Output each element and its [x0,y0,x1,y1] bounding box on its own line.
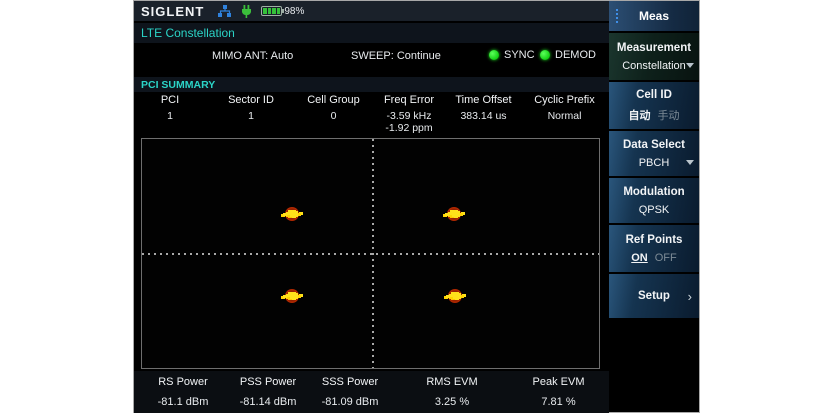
column-header: RS Power [134,376,232,388]
ref-points-off-option: OFF [655,252,677,264]
measured-points [453,294,457,297]
cell-id-manual-option: 手动 [658,107,680,123]
column-header: Cell Group [296,94,371,106]
menu-value: Constellation [622,60,686,72]
lan-icon [218,5,232,18]
rms-evm-value: 3.25 % [396,396,508,408]
summary-header-row: RS Power PSS Power SSS Power RMS EVM Pea… [134,376,609,388]
menu-label: Cell ID [636,89,672,101]
top-status-bar: SIGLENT [134,1,609,22]
rs-power-value: -81.1 dBm [134,396,232,408]
instrument-screen: SIGLENT [133,0,700,413]
sidebar-empty-area [609,320,699,412]
meas-menu-sidebar: Meas Measurement Constellation Cell ID 自… [609,1,699,412]
column-header: SSS Power [304,376,396,388]
measured-points [290,294,294,297]
pci-summary-table: PCI Sector ID Cell Group Freq Error Time… [134,94,609,134]
column-header: RMS EVM [396,376,508,388]
summary-value-row: -81.1 dBm -81.14 dBm -81.09 dBm 3.25 % 7… [134,396,609,408]
column-header: Peak EVM [508,376,609,388]
sweep-status: SWEEP: Continue [351,50,441,62]
column-header: PCI [134,94,206,106]
column-header: PSS Power [232,376,304,388]
pci-value: 1 [134,110,206,134]
sidebar-item-cell-id[interactable]: Cell ID 自动 手动 [609,82,699,129]
menu-value: QPSK [639,204,670,216]
sidebar-item-ref-points[interactable]: Ref Points ON OFF [609,225,699,272]
power-evm-summary: RS Power PSS Power SSS Power RMS EVM Pea… [134,371,609,413]
data-select-value: PBCH [639,157,670,169]
pci-table-header-row: PCI Sector ID Cell Group Freq Error Time… [134,94,609,106]
power-plug-icon [241,5,252,18]
menu-label: Data Select [623,139,685,151]
cell-id-auto-option: 自动 [629,107,651,123]
pss-power-value: -81.14 dBm [232,396,304,408]
time-offset-value: 383.14 us [447,110,520,134]
column-header: Cyclic Prefix [520,94,609,106]
page-title: LTE Constellation [141,26,235,40]
cell-group-value: 0 [296,110,371,134]
menu-value: PBCH [639,157,670,169]
menu-label: Setup [638,290,670,302]
cyclic-prefix-value: Normal [520,110,609,134]
column-header: Time Offset [447,94,520,106]
sidebar-item-setup[interactable]: Setup › [609,274,699,318]
modulation-value: QPSK [639,204,670,216]
vertical-dots-icon [616,9,618,11]
peak-evm-value: 7.81 % [508,396,609,408]
sync-indicator: SYNC [489,49,535,61]
siglent-logo: SIGLENT [141,4,204,19]
menu-value: ON OFF [631,252,677,264]
measured-points [290,212,294,215]
constellation-plot [141,138,600,369]
sss-power-value: -81.09 dBm [304,396,396,408]
pci-summary-header: PCI SUMMARY [134,77,609,92]
battery-icon [261,6,282,16]
sidebar-item-measurement[interactable]: Measurement Constellation [609,33,699,80]
menu-label: Modulation [623,186,684,198]
chevron-right-icon: › [688,289,692,304]
sync-led-icon [489,50,499,60]
sidebar-item-modulation[interactable]: Modulation QPSK [609,178,699,223]
q-axis-dashed-line [372,139,374,368]
freq-error-value: -3.59 kHz -1.92 ppm [371,110,447,134]
sector-id-value: 1 [206,110,296,134]
sidebar-item-data-select[interactable]: Data Select PBCH [609,131,699,176]
chevron-down-icon [686,160,694,165]
menu-title: Meas [639,9,669,23]
measured-points [452,212,456,215]
page-title-bar: LTE Constellation [134,23,609,43]
menu-label: Ref Points [626,234,683,246]
menu-value: 自动 手动 [629,107,680,123]
measurement-value: Constellation [622,60,686,72]
demod-led-icon [540,50,550,60]
demod-label: DEMOD [555,49,596,61]
sync-label: SYNC [504,49,535,61]
menu-header-meas[interactable]: Meas [609,1,699,31]
pci-summary-title: PCI SUMMARY [141,79,215,91]
pci-table-value-row: 1 1 0 -3.59 kHz -1.92 ppm 383.14 us Norm… [134,110,609,134]
ref-points-on-option: ON [631,252,648,264]
measurement-status-row: MIMO ANT: Auto SWEEP: Continue SYNC DEMO… [134,44,609,68]
main-display: SIGLENT [134,1,609,412]
mimo-ant-status: MIMO ANT: Auto [212,50,293,62]
column-header: Sector ID [206,94,296,106]
demod-indicator: DEMOD [540,49,596,61]
battery-percent: 98% [284,6,304,17]
chevron-down-icon [686,63,694,68]
column-header: Freq Error [371,94,447,106]
menu-label: Measurement [617,42,691,54]
i-axis-dashed-line [142,253,599,255]
